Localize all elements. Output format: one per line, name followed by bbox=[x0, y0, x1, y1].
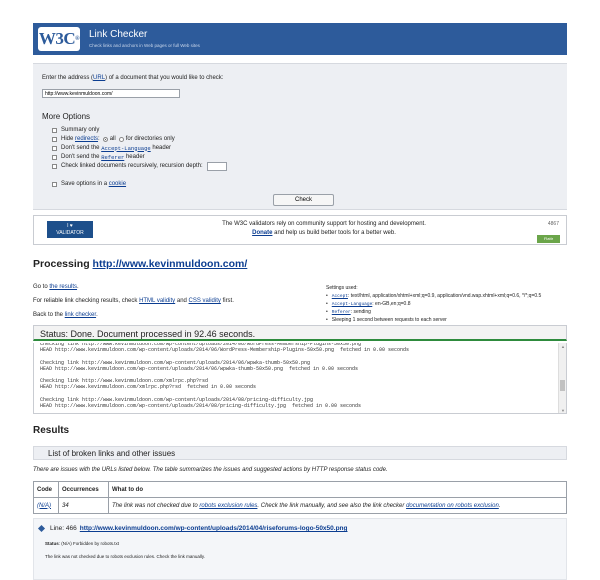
settings-item: Referer: sending bbox=[326, 309, 566, 315]
settings-list: Accept: text/html, application/xhtml+xml… bbox=[326, 293, 566, 323]
col-what-to-do: What to do bbox=[108, 481, 567, 498]
table-row: (N/A) 34 The link was not checked due to… bbox=[33, 497, 567, 514]
log-scrollbar[interactable]: ▲ ▼ bbox=[558, 343, 566, 413]
enter-address-label: Enter the address (URL) of a document th… bbox=[42, 75, 224, 81]
occurrences-cell: 34 bbox=[58, 497, 109, 514]
diamond-icon bbox=[37, 524, 46, 533]
save-options-checkbox[interactable] bbox=[52, 181, 57, 187]
referer-header-link[interactable]: Referer bbox=[332, 310, 351, 315]
scroll-thumb[interactable] bbox=[560, 380, 565, 391]
processing-url-link[interactable]: http://www.kevinmuldoon.com/ bbox=[93, 258, 248, 270]
log-text: Checking link http://www.kevinmuldoon.co… bbox=[40, 343, 554, 413]
more-options-heading: More Options bbox=[42, 112, 91, 121]
robots-exclusion-rules-link[interactable]: robots exclusion rules bbox=[199, 503, 257, 509]
what-to-do-cell: The link was not checked due to robots e… bbox=[108, 497, 567, 514]
uri-input[interactable] bbox=[42, 89, 180, 98]
settings-used: Settings used: Accept: text/html, applic… bbox=[326, 285, 566, 325]
recursive-option[interactable]: Check linked documents recursively, recu… bbox=[52, 161, 227, 171]
accept-language-checkbox[interactable] bbox=[52, 145, 57, 151]
directories-radio[interactable] bbox=[118, 136, 124, 142]
referer-checkbox[interactable] bbox=[52, 154, 57, 160]
settings-title: Settings used: bbox=[326, 285, 358, 291]
scroll-down-icon[interactable]: ▼ bbox=[560, 408, 566, 413]
back-line: Back to the link checker. bbox=[33, 312, 98, 318]
status-bar: Status: Done. Document processed in 92.4… bbox=[33, 325, 567, 341]
reliable-line: For reliable link checking results, chec… bbox=[33, 298, 234, 304]
accept-header-link[interactable]: Accept bbox=[332, 294, 348, 299]
results-heading: Results bbox=[33, 425, 70, 436]
table-header-row: Code Occurrences What to do bbox=[33, 481, 567, 498]
app-subtitle: Check links and anchors in Web pages or … bbox=[89, 43, 200, 48]
w3c-logo[interactable]: W3C® bbox=[38, 27, 80, 51]
issues-description: There are issues with the URLs listed be… bbox=[33, 467, 388, 473]
cookie-link[interactable]: cookie bbox=[109, 181, 126, 187]
accept-language-header-link[interactable]: Accept-Language bbox=[332, 302, 373, 307]
accept-language-option[interactable]: Don't send the Accept-Language header bbox=[52, 144, 171, 152]
css-validity-link[interactable]: CSS validity bbox=[189, 298, 221, 304]
recursive-checkbox[interactable] bbox=[52, 163, 57, 169]
all-radio[interactable] bbox=[102, 136, 108, 142]
save-options-option[interactable]: Save options in a cookie bbox=[52, 180, 126, 188]
donate-link[interactable]: Donate bbox=[252, 230, 272, 236]
support-banner: I ♥ VALIDATOR The W3C validators rely on… bbox=[33, 215, 567, 245]
scroll-up-icon[interactable]: ▲ bbox=[560, 344, 566, 349]
flattr-count: 4867 bbox=[547, 221, 559, 227]
html-validity-link[interactable]: HTML validity bbox=[139, 298, 175, 304]
robots-documentation-link[interactable]: documentation on robots exclusion bbox=[406, 503, 499, 509]
col-code: Code bbox=[33, 481, 59, 498]
check-button[interactable]: Check bbox=[273, 194, 334, 206]
referer-link[interactable]: Referer bbox=[101, 154, 124, 161]
flattr-button[interactable]: Flattr bbox=[537, 235, 560, 243]
settings-item: Accept-Language: en-GB,en;q=0.8 bbox=[326, 301, 566, 307]
app-title: Link Checker bbox=[89, 29, 148, 40]
broken-links-heading: List of broken links and other issues bbox=[33, 446, 567, 460]
code-link[interactable]: (N/A) bbox=[37, 503, 51, 509]
hide-redirects-checkbox[interactable] bbox=[52, 136, 57, 142]
link-checker-link[interactable]: link checker bbox=[65, 312, 96, 318]
progress-log[interactable]: Checking link http://www.kevinmuldoon.co… bbox=[33, 343, 567, 414]
referer-option[interactable]: Don't send the Referer header bbox=[52, 153, 145, 161]
summary-only-checkbox[interactable] bbox=[52, 127, 57, 133]
hide-redirects-option: Hide redirects: all for directories only bbox=[52, 135, 175, 143]
check-form: Enter the address (URL) of a document th… bbox=[33, 63, 567, 210]
settings-item: Sleeping 1 second between requests to ea… bbox=[326, 317, 566, 323]
entry-message: The link was not checked due to robots e… bbox=[45, 554, 205, 559]
code-cell: (N/A) bbox=[33, 497, 59, 514]
broken-url-link[interactable]: http://www.kevinmuldoon.com/wp-content/u… bbox=[80, 525, 348, 532]
accept-language-link[interactable]: Accept-Language bbox=[101, 145, 151, 152]
line-heading: Line: 466 http://www.kevinmuldoon.com/wp… bbox=[37, 524, 348, 533]
site-header: W3C® Link Checker Check links and anchor… bbox=[33, 23, 567, 55]
i-love-validator-badge[interactable]: I ♥ VALIDATOR bbox=[47, 221, 93, 238]
goto-results-line: Go to the results. bbox=[33, 284, 79, 290]
banner-text: The W3C validators rely on community sup… bbox=[222, 221, 426, 227]
recursion-depth-input[interactable] bbox=[206, 161, 227, 171]
redirects-link[interactable]: redirects bbox=[75, 136, 98, 142]
entry-status: Status: (N/A) Forbidden by robots.txt bbox=[45, 541, 120, 546]
col-occurrences: Occurrences bbox=[58, 481, 109, 498]
url-link[interactable]: URL bbox=[93, 75, 105, 81]
issues-table: Code Occurrences What to do (N/A) 34 The… bbox=[33, 481, 567, 514]
broken-link-entry: Line: 466 http://www.kevinmuldoon.com/wp… bbox=[33, 518, 567, 580]
settings-item: Accept: text/html, application/xhtml+xml… bbox=[326, 293, 566, 299]
processing-heading: Processing http://www.kevinmuldoon.com/ bbox=[33, 258, 248, 270]
the-results-link[interactable]: the results bbox=[49, 284, 77, 290]
banner-donate-line: Donate and help us build better tools fo… bbox=[252, 230, 396, 236]
summary-only-option[interactable]: Summary only bbox=[52, 126, 99, 134]
